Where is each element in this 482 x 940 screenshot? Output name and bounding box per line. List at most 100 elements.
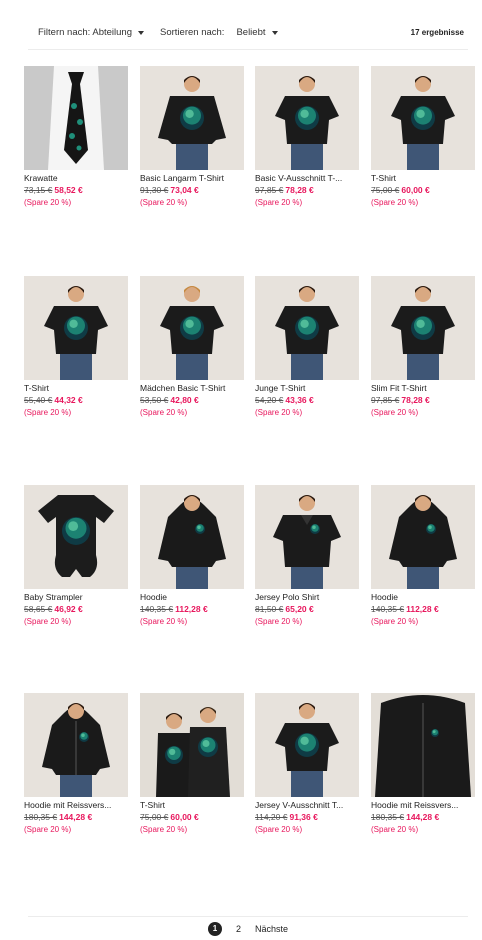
discount-note: (Spare 20 %) [255,408,303,417]
product-name[interactable]: Jersey Polo Shirt [255,592,359,602]
product-name[interactable]: Hoodie [371,592,475,602]
product-prices: 97,85 €78,28 € [371,395,475,405]
product-name[interactable]: Slim Fit T-Shirt [371,383,475,393]
old-price: 140,35 € [140,604,174,614]
chevron-down-icon [138,30,145,35]
page-current[interactable]: 1 [207,921,222,936]
product-card[interactable]: T-Shirt 75,00 €60,00 € (Spare 20 %) [140,693,244,834]
product-prices: 97,85 €78,28 € [255,185,359,195]
product-card[interactable]: Basic Langarm T-Shirt 91,30 €73,04 € (Spar… [140,66,244,207]
product-prices: 53,50 €42,80 € [140,395,244,405]
product-card[interactable]: Jersey Polo Shirt 81,50 €65,20 € (Spare 20… [255,485,359,626]
product-prices: 73,15 €58,52 € [24,185,128,195]
discount-note: (Spare 20 %) [255,825,303,834]
product-name[interactable]: Baby Strampler [24,592,128,602]
discount-note: (Spare 20 %) [24,408,72,417]
product-image[interactable] [140,693,244,797]
old-price: 91,30 € [140,185,169,195]
product-card[interactable]: Krawatte 73,15 €58,52 € (Spare 20 %) [24,66,128,207]
product-image[interactable] [140,485,244,589]
old-price: 73,15 € [24,185,53,195]
product-prices: 75,00 €60,00 € [371,185,475,195]
product-image[interactable] [255,485,359,589]
old-price: 180,35 € [371,812,405,822]
product-prices: 75,00 €60,00 € [140,812,244,822]
product-image[interactable] [255,693,359,797]
sale-price: 144,28 € [406,812,440,822]
product-prices: 140,35 €112,28 € [371,604,475,614]
discount-note: (Spare 20 %) [140,408,188,417]
sale-price: 112,28 € [406,604,439,614]
discount-note: (Spare 20 %) [24,617,72,626]
discount-note: (Spare 20 %) [371,408,419,417]
product-card[interactable]: Hoodie mit Reissvers... 180,35 €144,28 € (… [371,693,475,834]
page-link-2[interactable]: 2 [236,924,241,934]
filter-dropdown[interactable]: Filtern nach: Abteilung [38,27,145,38]
product-image[interactable] [371,66,475,170]
product-name[interactable]: Mädchen Basic T-Shirt [140,383,244,393]
next-page-link[interactable]: Nächste [255,924,288,934]
sort-label: Sortieren nach: [160,27,225,38]
old-price: 97,85 € [371,395,400,405]
product-image[interactable] [24,485,128,589]
product-image[interactable] [24,66,128,170]
old-price: 55,40 € [24,395,53,405]
discount-note: (Spare 20 %) [24,825,72,834]
product-name[interactable]: Junge T-Shirt [255,383,359,393]
product-card[interactable]: Mädchen Basic T-Shirt 53,50 €42,80 € (Spar… [140,276,244,417]
product-card[interactable]: Hoodie 140,35 €112,28 € (Spare 20 %) [140,485,244,626]
chevron-down-icon [271,30,278,35]
product-card[interactable]: Hoodie 140,35 €112,28 € (Spare 20 %) [371,485,475,626]
product-name[interactable]: Hoodie mit Reissvers... [24,800,128,810]
product-card[interactable]: Slim Fit T-Shirt 97,85 €78,28 € (Spare 20 … [371,276,475,417]
product-card[interactable]: Jersey V-Ausschnitt T... 114,20 €91,36 € (… [255,693,359,834]
product-image[interactable] [140,276,244,380]
old-price: 180,35 € [24,812,58,822]
product-name[interactable]: T-Shirt [24,383,128,393]
old-price: 140,35 € [371,604,405,614]
product-image[interactable] [24,276,128,380]
product-image[interactable] [24,693,128,797]
sale-price: 42,80 € [170,395,199,405]
product-image[interactable] [255,276,359,380]
product-card[interactable]: Junge T-Shirt 54,20 €43,36 € (Spare 20 %) [255,276,359,417]
sale-price: 60,00 € [401,185,430,195]
product-image[interactable] [371,276,475,380]
product-name[interactable]: T-Shirt [371,173,475,183]
product-name[interactable]: Jersey V-Ausschnitt T... [255,800,359,810]
product-name[interactable]: Hoodie [140,592,244,602]
sale-price: 60,00 € [170,812,199,822]
sort-dropdown[interactable]: Beliebt [236,27,278,38]
pagination: 1 2 Nächste [28,916,468,940]
old-price: 97,85 € [255,185,284,195]
product-prices: 58,65 €46,92 € [24,604,128,614]
product-prices: 140,35 €112,28 € [140,604,244,614]
discount-note: (Spare 20 %) [371,617,419,626]
results-count: 17 ergebnisse [410,28,464,37]
product-image[interactable] [371,693,475,797]
product-name[interactable]: Hoodie mit Reissvers... [371,800,475,810]
sale-price: 46,92 € [54,604,83,614]
discount-note: (Spare 20 %) [255,617,303,626]
old-price: 81,50 € [255,604,284,614]
discount-note: (Spare 20 %) [24,198,72,207]
sale-price: 44,32 € [54,395,83,405]
product-image[interactable] [140,66,244,170]
product-card[interactable]: T-Shirt 55,40 €44,32 € (Spare 20 %) [24,276,128,417]
product-prices: 81,50 €65,20 € [255,604,359,614]
product-name[interactable]: Basic Langarm T-Shirt [140,173,244,183]
product-card[interactable]: Baby Strampler 58,65 €46,92 € (Spare 20 %) [24,485,128,626]
product-image[interactable] [371,485,475,589]
discount-note: (Spare 20 %) [371,198,419,207]
product-card[interactable]: Basic V-Ausschnitt T-... 97,85 €78,28 € (S… [255,66,359,207]
product-image[interactable] [255,66,359,170]
product-card[interactable]: Hoodie mit Reissvers... 180,35 €144,28 € (… [24,693,128,834]
sale-price: 112,28 € [175,604,208,614]
product-name[interactable]: Krawatte [24,173,128,183]
sale-price: 144,28 € [59,812,93,822]
product-card[interactable]: T-Shirt 75,00 €60,00 € (Spare 20 %) [371,66,475,207]
sale-price: 73,04 € [170,185,199,195]
product-name[interactable]: T-Shirt [140,800,244,810]
old-price: 53,50 € [140,395,169,405]
product-name[interactable]: Basic V-Ausschnitt T-... [255,173,359,183]
